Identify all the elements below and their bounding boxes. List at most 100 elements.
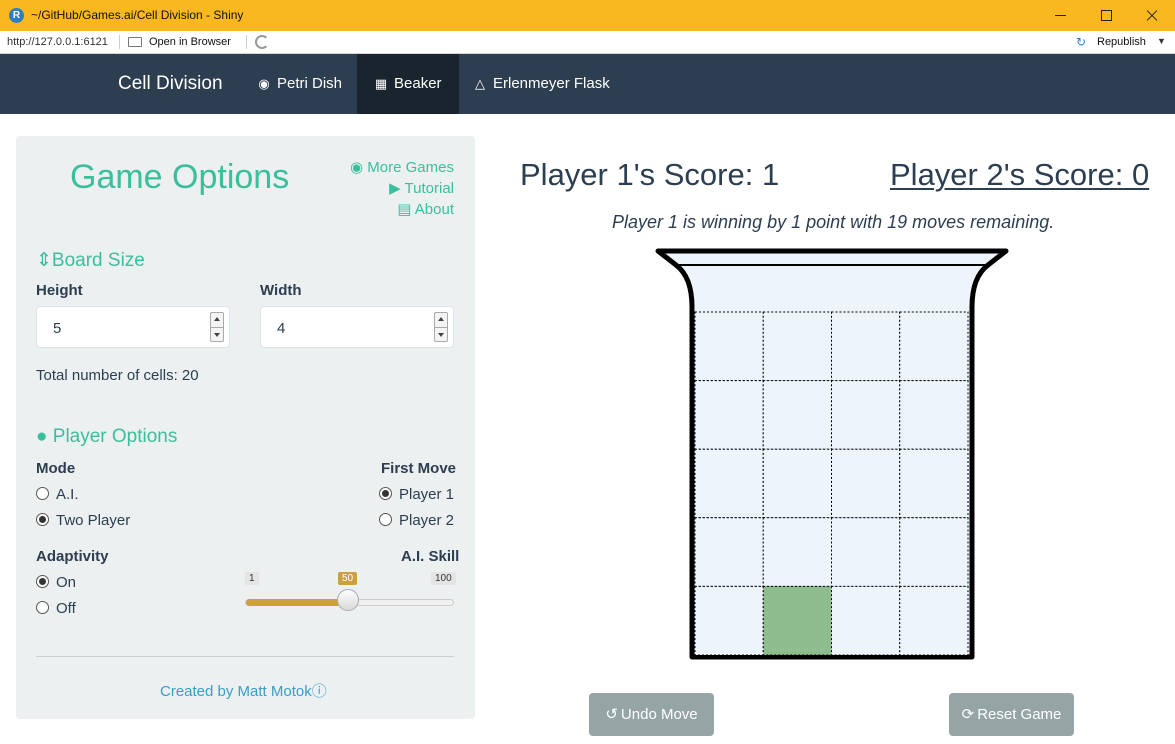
board-cell[interactable] bbox=[694, 517, 764, 587]
maximize-icon[interactable] bbox=[1092, 4, 1120, 26]
board-cell-filled[interactable] bbox=[762, 585, 832, 656]
app-brand: Cell Division bbox=[118, 73, 223, 94]
github-icon: ◉ bbox=[350, 159, 364, 176]
slider-fill bbox=[246, 599, 350, 606]
player1-score: Player 1's Score: 1 bbox=[520, 157, 780, 192]
toolbar-divider bbox=[246, 35, 247, 49]
beaker-board bbox=[655, 248, 1009, 660]
game-status: Player 1 is winning by 1 point with 19 m… bbox=[612, 212, 1055, 232]
board-cell[interactable] bbox=[831, 448, 901, 519]
ai-skill-label: A.I. Skill bbox=[401, 548, 460, 565]
credit-text: Created by Matt Motok bbox=[160, 683, 312, 700]
slider-max-label: 100 bbox=[431, 572, 456, 585]
user-icon: ● bbox=[36, 426, 48, 447]
radio-button[interactable] bbox=[36, 487, 49, 500]
adaptivity-on-radio[interactable]: On bbox=[36, 574, 76, 591]
board-cell[interactable] bbox=[831, 585, 901, 656]
board-cell[interactable] bbox=[831, 517, 901, 587]
mode-label: Mode bbox=[36, 460, 76, 477]
radio-label: Player 2 bbox=[399, 512, 455, 529]
about-link[interactable]: ▤ About bbox=[350, 199, 454, 220]
play-circle-icon: ▶ bbox=[389, 180, 401, 197]
open-in-browser-icon[interactable] bbox=[128, 37, 142, 47]
refresh-icon[interactable] bbox=[255, 35, 269, 49]
url-text: http://127.0.0.1:6121 bbox=[7, 36, 108, 48]
window-title: ~/GitHub/Games.ai/Cell Division - Shiny bbox=[31, 8, 244, 22]
board-cell[interactable] bbox=[899, 311, 969, 382]
first-move-player1-radio[interactable]: Player 1 bbox=[379, 486, 454, 503]
link-label: Tutorial bbox=[404, 180, 454, 197]
board-cell[interactable] bbox=[899, 448, 969, 519]
adaptivity-label: Adaptivity bbox=[36, 548, 109, 565]
mode-ai-radio[interactable]: A.I. bbox=[36, 486, 79, 503]
height-label: Height bbox=[36, 282, 83, 299]
credit-link[interactable]: Created by Matt Motokⓘ bbox=[160, 680, 327, 701]
undo-icon: ↺ bbox=[605, 706, 618, 723]
close-icon[interactable] bbox=[1138, 4, 1166, 26]
radio-label: Two Player bbox=[56, 512, 131, 529]
tab-label: Beaker bbox=[394, 75, 442, 92]
board-cell[interactable] bbox=[762, 448, 832, 519]
board-cell[interactable] bbox=[694, 585, 764, 656]
number-spinner[interactable] bbox=[210, 312, 224, 342]
player-options-heading: ● Player Options bbox=[36, 426, 177, 448]
slider-min-label: 1 bbox=[245, 572, 259, 585]
more-games-link[interactable]: ◉ More Games bbox=[350, 157, 454, 178]
publish-icon[interactable]: ↻ bbox=[1076, 36, 1092, 48]
width-value: 4 bbox=[277, 320, 286, 337]
board-cell[interactable] bbox=[762, 311, 832, 382]
minimize-icon[interactable] bbox=[1046, 4, 1074, 26]
game-options-panel: Game Options ◉ More Games ▶ Tutorial ▤ A… bbox=[16, 136, 475, 719]
adaptivity-off-radio[interactable]: Off bbox=[36, 600, 76, 617]
rstudio-icon: R bbox=[9, 8, 24, 23]
radio-label: Player 1 bbox=[399, 486, 455, 503]
link-label: More Games bbox=[367, 159, 454, 176]
button-label: Undo Move bbox=[620, 706, 698, 723]
refresh-icon: ⟳ bbox=[961, 706, 975, 723]
table-icon: ▦ bbox=[374, 76, 388, 91]
board-cell[interactable] bbox=[694, 448, 764, 519]
player2-score: Player 2's Score: 0 bbox=[890, 157, 1150, 192]
divider bbox=[36, 656, 454, 657]
board-cell[interactable] bbox=[831, 380, 901, 450]
board-size-heading: ⇕Board Size bbox=[36, 249, 145, 272]
flask-icon: △ bbox=[475, 76, 485, 91]
tab-petri-dish[interactable]: ◉ Petri Dish bbox=[240, 54, 359, 114]
first-move-player2-radio[interactable]: Player 2 bbox=[379, 512, 454, 529]
undo-move-button[interactable]: ↺ Undo Move bbox=[589, 693, 714, 736]
height-input[interactable]: 5 bbox=[36, 306, 230, 348]
radio-button[interactable] bbox=[379, 513, 392, 526]
slider-handle[interactable] bbox=[337, 589, 360, 611]
heading-text: Board Size bbox=[51, 250, 145, 271]
radio-button-checked[interactable] bbox=[379, 487, 392, 500]
board-cell[interactable] bbox=[694, 311, 764, 382]
board-cell[interactable] bbox=[899, 585, 969, 656]
navbar: Cell Division ◉ Petri Dish ▦ Beaker △ Erlen… bbox=[0, 54, 1175, 114]
board-cells bbox=[694, 311, 969, 656]
board-cell[interactable] bbox=[694, 380, 764, 450]
board-cell[interactable] bbox=[831, 311, 901, 382]
tab-erlenmeyer-flask[interactable]: △ Erlenmeyer Flask bbox=[456, 54, 627, 114]
tab-label: Erlenmeyer Flask bbox=[493, 75, 610, 92]
reset-game-button[interactable]: ⟳ Reset Game bbox=[949, 693, 1074, 736]
tab-label: Petri Dish bbox=[277, 75, 343, 92]
board-cell[interactable] bbox=[899, 380, 969, 450]
board-cell[interactable] bbox=[762, 517, 832, 587]
radio-label: A.I. bbox=[56, 486, 79, 503]
radio-button-checked[interactable] bbox=[36, 575, 49, 588]
tab-beaker[interactable]: ▦ Beaker bbox=[357, 54, 459, 114]
sort-icon: ⇕ bbox=[36, 250, 52, 271]
tutorial-link[interactable]: ▶ Tutorial bbox=[350, 178, 454, 199]
open-in-browser-button[interactable]: Open in Browser bbox=[149, 36, 231, 48]
number-spinner[interactable] bbox=[434, 312, 448, 342]
chevron-down-icon[interactable]: ▼ bbox=[1157, 36, 1166, 46]
mode-two-player-radio[interactable]: Two Player bbox=[36, 512, 130, 529]
radio-button-checked[interactable] bbox=[36, 513, 49, 526]
board-cell[interactable] bbox=[899, 517, 969, 587]
radio-button[interactable] bbox=[36, 601, 49, 614]
width-label: Width bbox=[260, 282, 302, 299]
republish-button[interactable]: Republish bbox=[1097, 36, 1146, 48]
first-move-label: First Move bbox=[381, 460, 457, 477]
width-input[interactable]: 4 bbox=[260, 306, 454, 348]
board-cell[interactable] bbox=[762, 380, 832, 450]
